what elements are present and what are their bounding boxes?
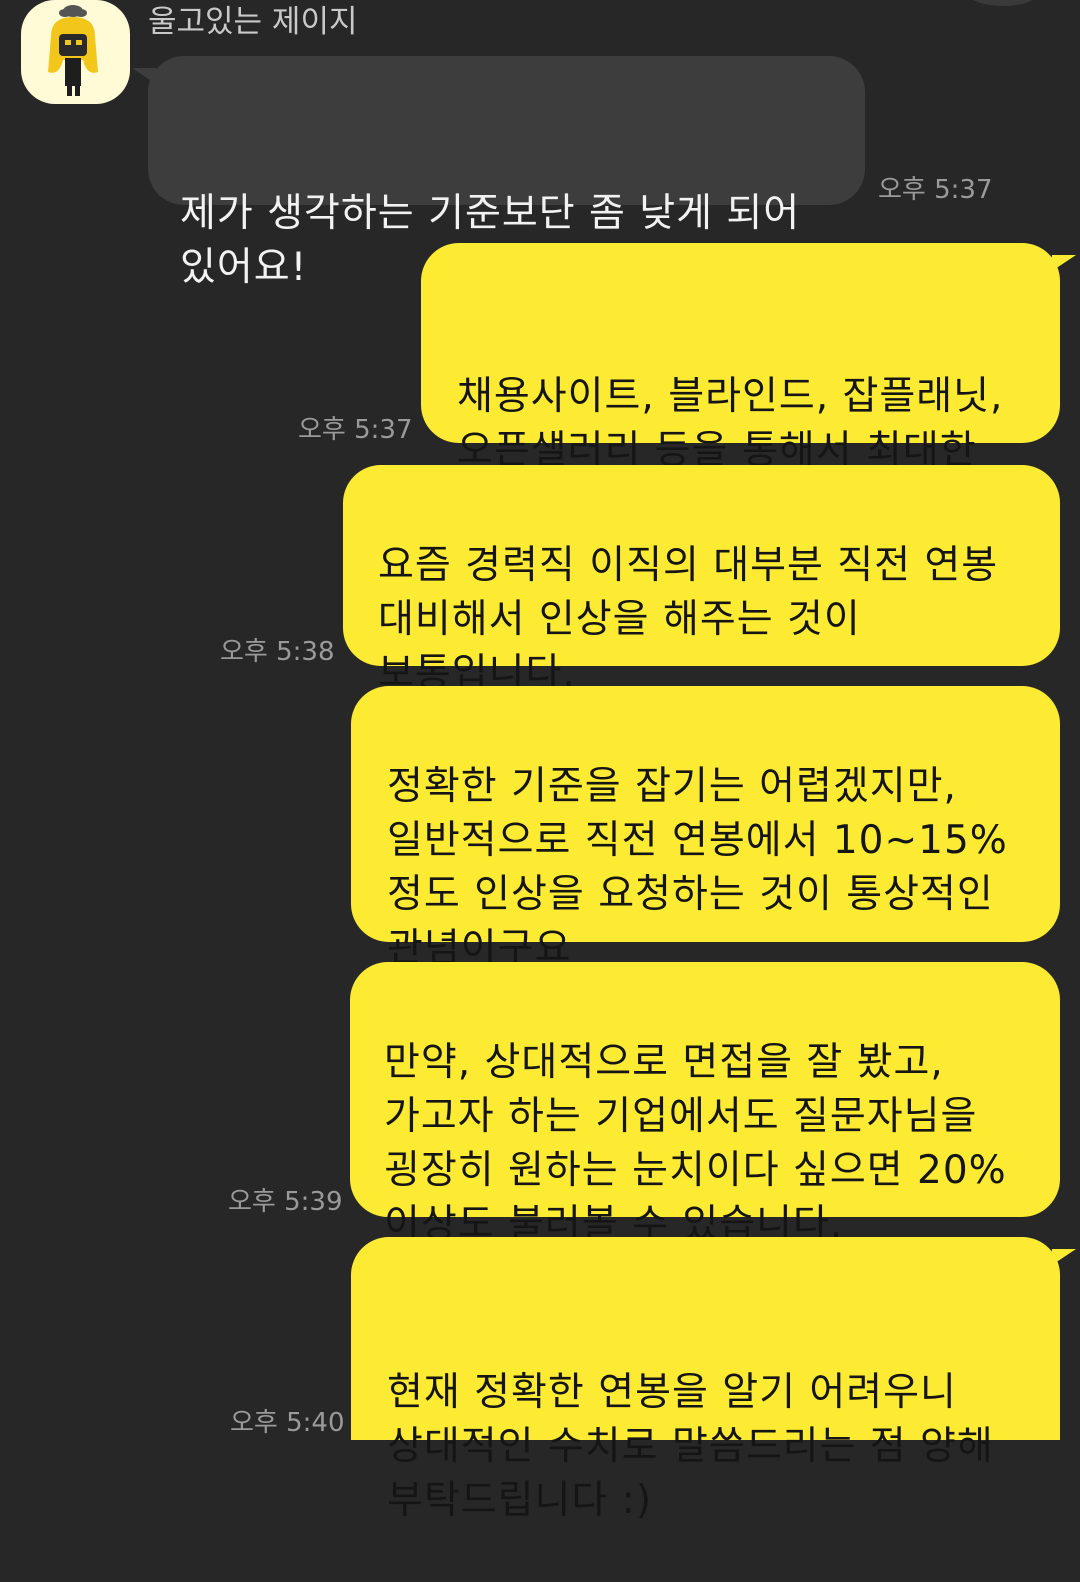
message-timestamp: 오후 5:39 bbox=[228, 1187, 343, 1217]
message-timestamp: 오후 5:37 bbox=[878, 175, 993, 205]
character-avatar-icon bbox=[48, 5, 98, 96]
message-timestamp: 오후 5:38 bbox=[220, 637, 335, 667]
bubble-tail bbox=[1052, 255, 1076, 271]
outgoing-message-bubble[interactable]: 현재 정확한 연봉을 알기 어려우니 상대적인 수치로 말씀드리는 점 양해 부… bbox=[351, 1237, 1076, 1523]
outgoing-message-bubble[interactable]: 만약, 상대적으로 면접을 잘 봤고, 가고자 하는 기업에서도 질문자님을 굉… bbox=[350, 962, 1060, 1247]
outgoing-message-bubble[interactable]: 요즘 경력직 이직의 대부분 직전 연봉 대비해서 인상을 해주는 것이 보통입… bbox=[343, 465, 1060, 696]
message-text: 만약, 상대적으로 면접을 잘 봤고, 가고자 하는 기업에서도 질문자님을 굉… bbox=[384, 1040, 1007, 1247]
sender-name: 울고있는 제이지 bbox=[148, 4, 358, 40]
message-timestamp: 오후 5:37 bbox=[298, 415, 413, 445]
bubble-tail bbox=[132, 68, 156, 84]
outgoing-message-bubble[interactable]: 정확한 기준을 잡기는 어렵겠지만, 일반적으로 직전 연봉에서 10~15% … bbox=[351, 686, 1060, 971]
sender-avatar[interactable] bbox=[21, 0, 130, 104]
message-text: 요즘 경력직 이직의 대부분 직전 연봉 대비해서 인상을 해주는 것이 보통입… bbox=[378, 543, 999, 696]
outgoing-message-bubble[interactable]: 채용사이트, 블라인드, 잡플래닛, 오픈샐러리 등을 통해서 최대한 연봉테이… bbox=[421, 243, 1076, 527]
top-overlay-edge bbox=[968, 0, 1038, 6]
message-text: 현재 정확한 연봉을 알기 어려우니 상대적인 수치로 말씀드리는 점 양해 부… bbox=[387, 1370, 994, 1523]
message-text: 정확한 기준을 잡기는 어렵겠지만, 일반적으로 직전 연봉에서 10~15% … bbox=[387, 764, 1008, 971]
bubble-tail bbox=[1052, 1249, 1076, 1265]
message-timestamp: 오후 5:40 bbox=[230, 1408, 345, 1438]
incoming-message-bubble[interactable]: 제가 생각하는 기준보단 좀 낮게 되어 있어요! bbox=[132, 56, 865, 290]
